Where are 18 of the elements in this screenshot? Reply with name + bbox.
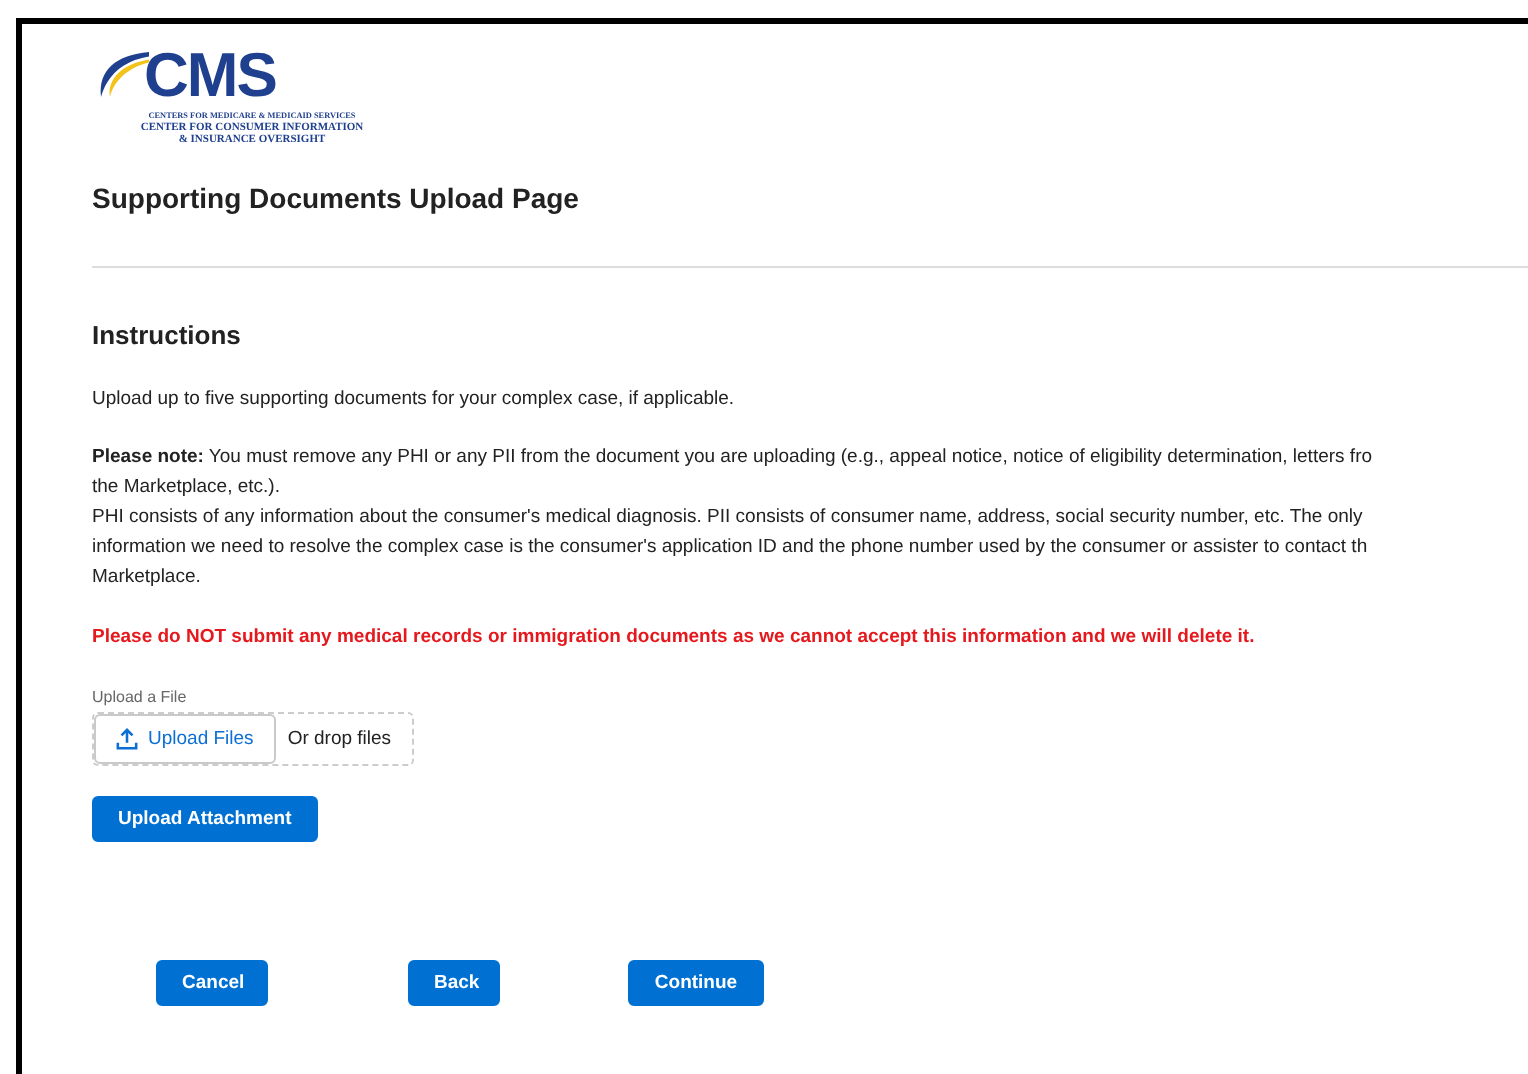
upload-icon bbox=[116, 728, 138, 750]
intro-text: Upload up to five supporting documents for your complex case, if applicable. bbox=[92, 388, 737, 410]
cancel-button[interactable]: Cancel bbox=[156, 960, 268, 1006]
note-text: PHI consists of any information about the consumer's medical diagnosis. PII consists of consumer name, address, social security number, etc. The only bbox=[92, 504, 1365, 532]
warning-text: Please do NOT submit any medical records or immigration documents as we cannot accept this information and we will delete it. bbox=[92, 626, 1257, 648]
note-text: Marketplace. bbox=[92, 564, 203, 592]
logo-wordmark: CMS bbox=[144, 44, 276, 108]
note-text: the Marketplace, etc.). bbox=[92, 474, 282, 502]
upload-attachment-button[interactable]: Upload Attachment bbox=[92, 796, 318, 842]
upload-files-button[interactable]: Upload Files bbox=[94, 714, 276, 764]
drop-hint: Or drop files bbox=[285, 728, 394, 750]
field-label: Upload a File bbox=[92, 688, 189, 706]
continue-button[interactable]: Continue bbox=[628, 960, 764, 1006]
page-title: Supporting Documents Upload Page bbox=[92, 182, 581, 214]
note-text: information we need to resolve the complex case is the consumer's application ID and the phone number used by the consumer or assister to contact th bbox=[92, 534, 1370, 562]
back-button[interactable]: Back bbox=[408, 960, 500, 1006]
instructions-heading: Instructions bbox=[92, 320, 243, 350]
note-text: Please note: You must remove any PHI or any PII from the document you are uploading (e.g., appeal notice, notice of eligibility determination, letters fro bbox=[92, 444, 1375, 472]
